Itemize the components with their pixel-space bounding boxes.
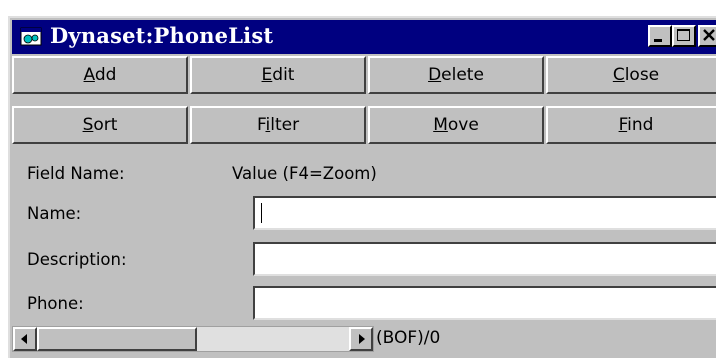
move-button[interactable]: Move: [368, 106, 544, 144]
find-button[interactable]: Find: [546, 106, 716, 144]
scroll-right-arrow-icon[interactable]: [349, 327, 373, 351]
maximize-icon[interactable]: [672, 25, 696, 47]
name-label: Name:: [27, 204, 82, 223]
move-button-label: Move: [433, 115, 479, 135]
edit-button-label: Edit: [261, 65, 295, 85]
title-bar[interactable]: Dynaset:PhoneList: [12, 20, 716, 54]
dynaset-window: Dynaset:PhoneList Add Edit Delete Close …: [8, 16, 716, 358]
close-button[interactable]: Close: [546, 56, 716, 94]
scroll-thumb[interactable]: [37, 327, 197, 351]
name-field[interactable]: [253, 196, 716, 230]
edit-button[interactable]: Edit: [190, 56, 366, 94]
minimize-icon[interactable]: [648, 25, 672, 47]
window-title: Dynaset:PhoneList: [50, 23, 274, 48]
value-header: Value (F4=Zoom): [232, 164, 377, 183]
filter-button-label: Filter: [256, 115, 300, 135]
sort-button[interactable]: Sort: [12, 106, 188, 144]
scroll-left-arrow-icon[interactable]: [13, 327, 37, 351]
add-button-label: Add: [83, 65, 117, 85]
delete-button[interactable]: Delete: [368, 56, 544, 94]
description-label: Description:: [27, 250, 127, 269]
find-button-label: Find: [618, 115, 654, 135]
description-field[interactable]: [253, 242, 716, 276]
close-icon[interactable]: [698, 25, 716, 47]
phone-field[interactable]: [253, 286, 716, 320]
phone-label: Phone:: [27, 294, 84, 313]
record-position-status: (BOF)/0: [376, 328, 441, 348]
add-button[interactable]: Add: [12, 56, 188, 94]
sort-button-label: Sort: [82, 115, 118, 135]
delete-button-label: Delete: [428, 65, 484, 85]
text-caret: [261, 203, 262, 223]
record-scrollbar[interactable]: [12, 326, 374, 352]
field-name-header: Field Name:: [27, 164, 125, 183]
close-button-label: Close: [612, 65, 660, 85]
filter-button[interactable]: Filter: [190, 106, 366, 144]
dynaset-window-icon[interactable]: [20, 27, 42, 47]
